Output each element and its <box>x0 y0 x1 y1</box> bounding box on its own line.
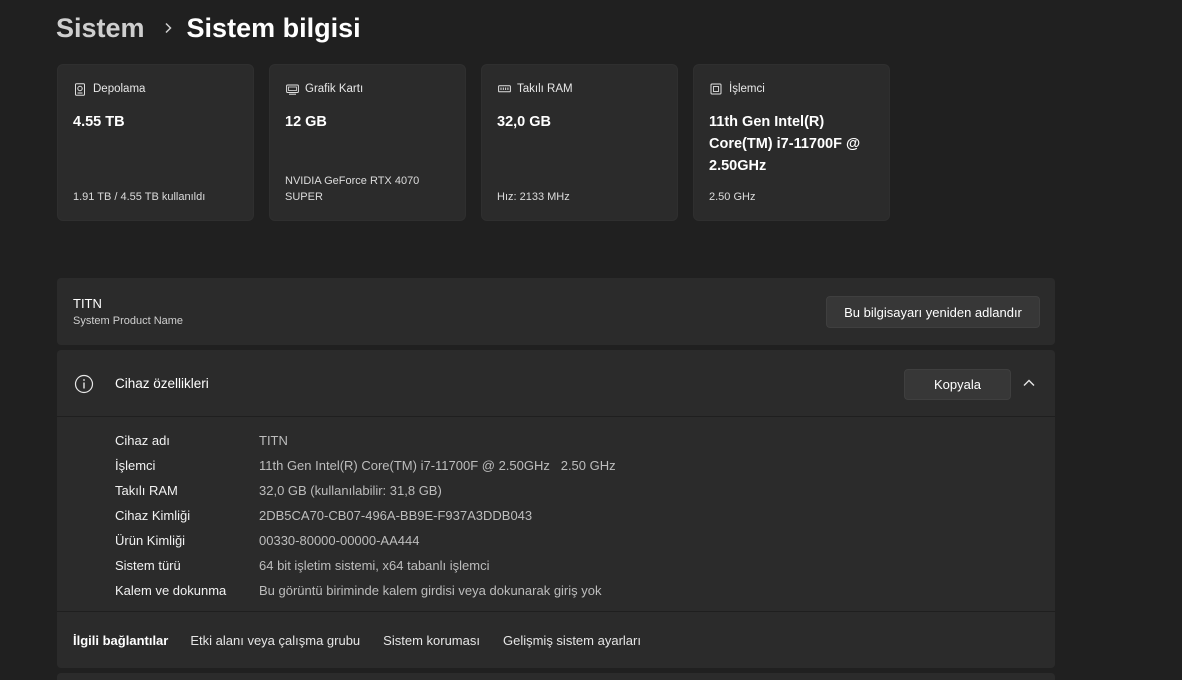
breadcrumb: Sistem Sistem bilgisi <box>56 10 361 46</box>
card-value: 12 GB <box>285 114 327 130</box>
card-subtext: 1.91 TB / 4.55 TB kullanıldı <box>73 191 206 203</box>
related-links-bar: İlgili bağlantılar Etki alanı veya çalış… <box>57 611 1055 668</box>
ram-icon <box>497 82 511 96</box>
chevron-right-icon <box>163 22 173 34</box>
spec-key: Cihaz adı <box>115 433 170 448</box>
card-value: 4.55 TB <box>73 114 125 130</box>
copy-button[interactable]: Kopyala <box>904 369 1011 400</box>
device-specs-header[interactable]: Cihaz özellikleri Kopyala <box>57 350 1055 417</box>
card-cpu: İşlemci 11th Gen Intel(R) Core(TM) i7-11… <box>693 64 890 221</box>
link-system-protection[interactable]: Sistem koruması <box>383 633 480 648</box>
card-subtext: 2.50 GHz <box>709 191 756 203</box>
spec-list: Cihaz adı TITN İşlemci 11th Gen Intel(R)… <box>115 428 616 603</box>
link-advanced-settings[interactable]: Gelişmiş sistem ayarları <box>503 633 641 648</box>
card-value: 32,0 GB <box>497 114 551 130</box>
card-ram: Takılı RAM 32,0 GB Hız: 2133 MHz <box>481 64 678 221</box>
product-name-caption: System Product Name <box>73 315 184 327</box>
device-specs-panel: Cihaz özellikleri Kopyala Cihaz adı TITN… <box>57 350 1055 668</box>
spec-value: 11th Gen Intel(R) Core(TM) i7-11700F @ 2… <box>259 458 616 473</box>
spec-value: 00330-80000-00000-AA444 <box>259 533 420 548</box>
spec-value: Bu görüntü biriminde kalem girdisi veya … <box>259 583 602 598</box>
spec-row: Ürün Kimliği 00330-80000-00000-AA444 <box>115 528 616 553</box>
card-gpu: Grafik Kartı 12 GB NVIDIA GeForce RTX 40… <box>269 64 466 221</box>
spec-key: Kalem ve dokunma <box>115 583 227 598</box>
card-subtext: Hız: 2133 MHz <box>497 191 570 203</box>
device-specs-title: Cihaz özellikleri <box>115 376 209 391</box>
gpu-icon <box>285 82 299 96</box>
card-subtext: NVIDIA GeForce RTX 4070 SUPER <box>285 175 420 203</box>
spec-value: 64 bit işletim sistemi, x64 tabanlı işle… <box>259 558 490 573</box>
spec-key: Ürün Kimliği <box>115 533 186 548</box>
card-label: İşlemci <box>729 83 765 95</box>
spec-row: Cihaz Kimliği 2DB5CA70-CB07-496A-BB9E-F9… <box>115 503 616 528</box>
spec-row: Takılı RAM 32,0 GB (kullanılabilir: 31,8… <box>115 478 616 503</box>
spec-key: Takılı RAM <box>115 483 178 498</box>
spec-row: İşlemci 11th Gen Intel(R) Core(TM) i7-11… <box>115 453 616 478</box>
page-title: Sistem bilgisi <box>186 12 361 43</box>
card-value: 11th Gen Intel(R) Core(TM) i7-11700F @ 2… <box>709 114 861 174</box>
card-label: Grafik Kartı <box>305 83 364 95</box>
product-name-panel: TITN System Product Name Bu bilgisayarı … <box>57 278 1055 345</box>
related-links-title: İlgili bağlantılar <box>73 632 169 648</box>
info-icon <box>74 374 94 394</box>
spec-value: 2DB5CA70-CB07-496A-BB9E-F937A3DDB043 <box>259 508 533 523</box>
spec-key: Sistem türü <box>115 558 181 573</box>
card-storage: Depolama 4.55 TB 1.91 TB / 4.55 TB kulla… <box>57 64 254 221</box>
chevron-up-icon[interactable] <box>1022 376 1036 390</box>
spec-key: İşlemci <box>115 458 156 473</box>
rename-pc-button[interactable]: Bu bilgisayarı yeniden adlandır <box>826 296 1040 328</box>
product-name: TITN <box>73 296 102 311</box>
storage-icon <box>73 82 87 96</box>
next-panel-edge <box>57 673 1055 680</box>
spec-row: Cihaz adı TITN <box>115 428 616 453</box>
spec-row: Kalem ve dokunma Bu görüntü biriminde ka… <box>115 578 616 603</box>
breadcrumb-parent-link[interactable]: Sistem <box>56 13 145 44</box>
spec-key: Cihaz Kimliği <box>115 508 191 523</box>
spec-value: 32,0 GB (kullanılabilir: 31,8 GB) <box>259 483 442 498</box>
spec-value: TITN <box>259 433 288 448</box>
card-label: Takılı RAM <box>517 83 573 95</box>
spec-row: Sistem türü 64 bit işletim sistemi, x64 … <box>115 553 616 578</box>
link-domain-workgroup[interactable]: Etki alanı veya çalışma grubu <box>190 633 360 648</box>
cpu-icon <box>709 82 723 96</box>
summary-cards: Depolama 4.55 TB 1.91 TB / 4.55 TB kulla… <box>57 64 890 221</box>
card-label: Depolama <box>93 83 146 95</box>
